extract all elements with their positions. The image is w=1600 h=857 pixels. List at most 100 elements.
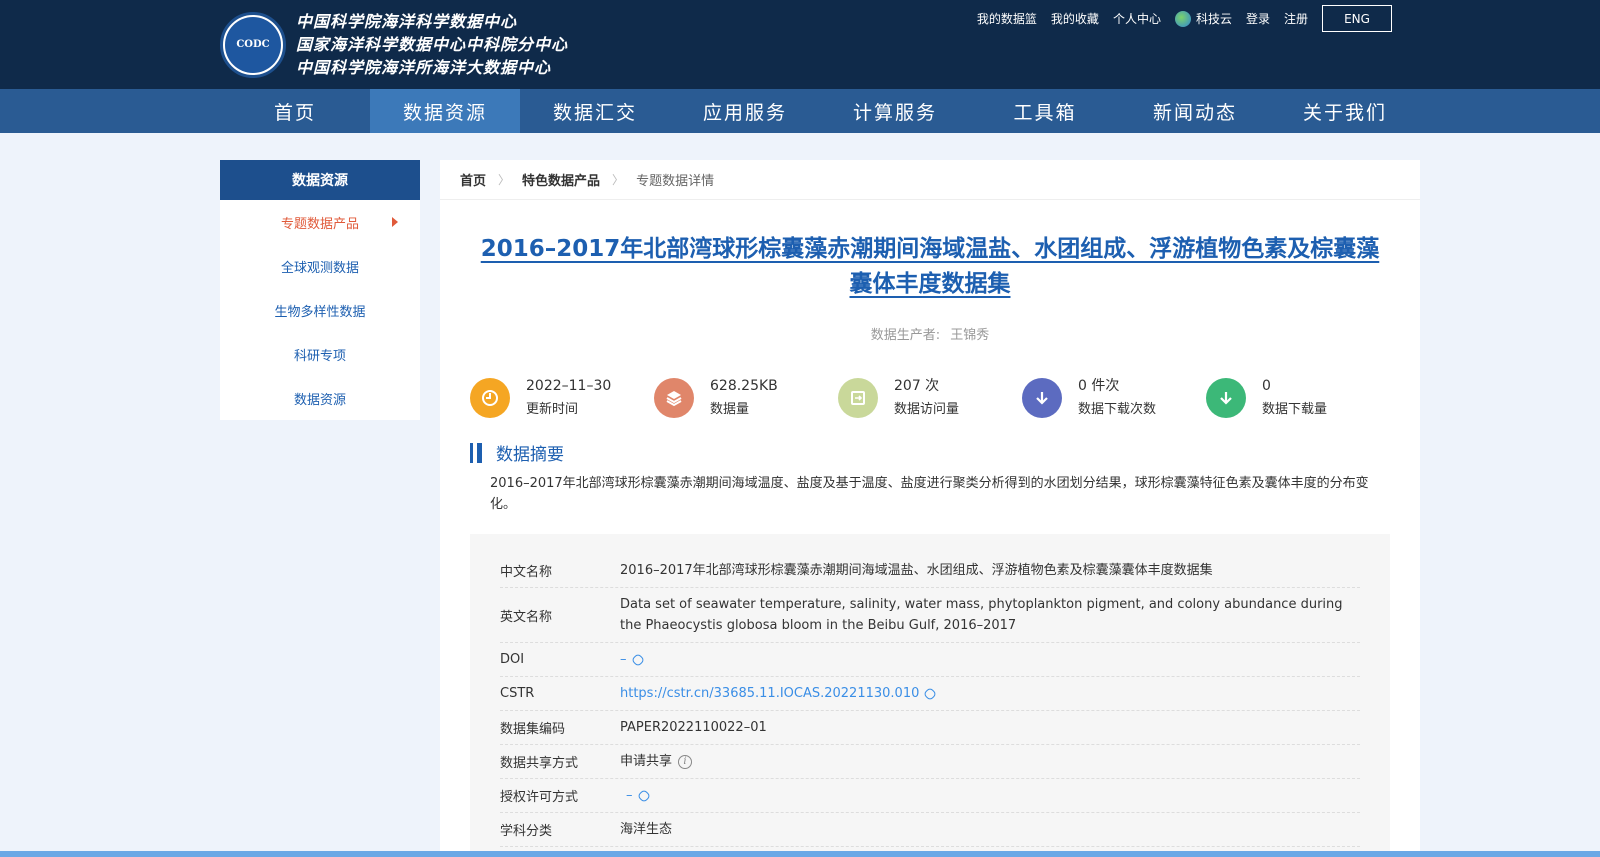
stat-download-volume: 0 数据下载量 xyxy=(1206,374,1390,422)
stat-download-count: 0 件次 数据下载次数 xyxy=(1022,374,1206,422)
info-icon[interactable]: i xyxy=(678,754,693,769)
sidebar-item-data-resources[interactable]: 数据资源 xyxy=(220,376,420,420)
stat-update-time: 2022–11–30 更新时间 xyxy=(470,374,654,422)
lang-switch-button[interactable]: ENG xyxy=(1322,5,1392,32)
license-label: 授权许可方式 xyxy=(500,790,579,805)
sidebar-title: 数据资源 xyxy=(220,160,420,200)
subject-value: 海洋生态 xyxy=(620,822,673,837)
sidebar-item-thematic[interactable]: 专题数据产品 xyxy=(220,200,420,244)
stat-label: 数据量 xyxy=(710,402,750,417)
abstract-section-header: 数据摘要 xyxy=(470,440,564,465)
breadcrumb: 首页 〉 特色数据产品 〉 专题数据详情 xyxy=(440,160,1420,200)
download-icon xyxy=(1022,378,1062,418)
link-icon xyxy=(630,652,645,667)
cn-name-value: 2016–2017年北部湾球形棕囊藻赤潮期间海域温盐、水团组成、浮游植物色素及棕… xyxy=(620,563,1213,578)
dataset-stats: 2022–11–30 更新时间 628.25KB 数据量 207 次数据访问量 0 … xyxy=(470,374,1390,422)
download-icon xyxy=(1206,378,1246,418)
table-row: CSTR https://cstr.cn/33685.11.IOCAS.2022… xyxy=(500,677,1360,711)
sidebar: 数据资源 专题数据产品 全球观测数据 生物多样性数据 科研专项 数据资源 xyxy=(220,160,420,420)
section-bar-icon xyxy=(470,442,482,463)
my-data-basket-link[interactable]: 我的数据篮 xyxy=(977,10,1037,27)
clock-icon xyxy=(470,378,510,418)
main-nav: 首页 数据资源 数据汇交 应用服务 计算服务 工具箱 新闻动态 关于我们 xyxy=(0,89,1600,133)
table-row: 中文名称 2016–2017年北部湾球形棕囊藻赤潮期间海域温盐、水团组成、浮游植… xyxy=(500,554,1360,588)
kejiyun-label: 科技云 xyxy=(1195,12,1232,26)
abstract-text: 2016–2017年北部湾球形棕囊藻赤潮期间海域温度、盐度及基于温度、盐度进行聚… xyxy=(490,476,1369,512)
my-favorites-link[interactable]: 我的收藏 xyxy=(1051,10,1099,27)
sidebar-item-global-obs[interactable]: 全球观测数据 xyxy=(220,244,420,288)
sidebar-item-label: 专题数据产品 xyxy=(280,216,359,232)
table-row: DOI – xyxy=(500,643,1360,677)
kejiyun-link[interactable]: 科技云 xyxy=(1174,10,1232,27)
stat-label: 数据下载量 xyxy=(1262,402,1328,417)
stat-visits: 207 次数据访问量 xyxy=(838,374,1022,422)
share-cell: 申请共享 i xyxy=(620,751,1360,772)
horizontal-scrollbar[interactable] xyxy=(0,851,1600,857)
nav-data-resources[interactable]: 数据资源 xyxy=(370,89,520,133)
nav-data-submission[interactable]: 数据汇交 xyxy=(520,89,670,133)
cn-name-label: 中文名称 xyxy=(500,565,553,580)
abstract-title: 数据摘要 xyxy=(496,445,564,465)
en-name-value: Data set of seawater temperature, salini… xyxy=(620,597,1343,633)
link-icon xyxy=(636,788,651,803)
subject-label: 学科分类 xyxy=(500,824,553,839)
code-label: 数据集编码 xyxy=(500,722,566,737)
stat-label: 更新时间 xyxy=(526,402,579,417)
logo-text: CODC xyxy=(225,16,281,73)
cstr-link[interactable]: https://cstr.cn/33685.11.IOCAS.20221130.… xyxy=(620,683,1360,704)
personal-center-link[interactable]: 个人中心 xyxy=(1113,10,1161,27)
metadata-table: 中文名称 2016–2017年北部湾球形棕囊藻赤潮期间海域温盐、水团组成、浮游植… xyxy=(470,534,1390,857)
org-name-2: 国家海洋科学数据中心中科院分中心 xyxy=(296,35,569,54)
nav-compute-services[interactable]: 计算服务 xyxy=(820,89,970,133)
nav-toolbox[interactable]: 工具箱 xyxy=(970,89,1120,133)
table-row: 学科分类 海洋生态 xyxy=(500,813,1360,847)
visit-icon xyxy=(838,378,878,418)
share-value: 申请共享 xyxy=(620,754,673,769)
stat-value: 0 件次 xyxy=(1078,378,1120,394)
cstr-label: CSTR xyxy=(500,686,535,701)
stat-value: 207 次 xyxy=(894,378,940,394)
dataset-title: 2016–2017年北部湾球形棕囊藻赤潮期间海域温盐、水团组成、浮游植物色素及棕… xyxy=(480,236,1380,297)
doi-value: – xyxy=(620,652,627,667)
site-logo[interactable]: CODC 中国科学院海洋科学数据中心 国家海洋科学数据中心中科院分中心 中国科学… xyxy=(220,10,568,79)
doi-link[interactable]: – xyxy=(620,649,1360,670)
chevron-right-icon: 〉 xyxy=(612,173,625,187)
caret-right-icon xyxy=(392,217,398,227)
nav-home[interactable]: 首页 xyxy=(220,89,370,133)
stat-value: 0 xyxy=(1262,378,1271,394)
share-label: 数据共享方式 xyxy=(500,756,579,771)
producer-line: 数据生产者: 王锦秀 xyxy=(440,324,1420,343)
org-name-3: 中国科学院海洋所海洋大数据中心 xyxy=(296,58,552,77)
doi-label: DOI xyxy=(500,652,525,667)
codc-logo-icon: CODC xyxy=(220,11,286,78)
table-row: 英文名称 Data set of seawater temperature, s… xyxy=(500,588,1360,643)
license-link[interactable]: – xyxy=(620,785,1360,806)
table-row: 数据集编码 PAPER2022110022–01 xyxy=(500,711,1360,745)
producer-name: 王锦秀 xyxy=(950,328,990,343)
org-name-1: 中国科学院海洋科学数据中心 xyxy=(296,12,518,31)
globe-icon xyxy=(1174,10,1191,27)
cstr-value: https://cstr.cn/33685.11.IOCAS.20221130.… xyxy=(620,686,920,701)
page-title: 2016–2017年北部湾球形棕囊藻赤潮期间海域温盐、水团组成、浮游植物色素及棕… xyxy=(470,232,1390,302)
nav-news[interactable]: 新闻动态 xyxy=(1120,89,1270,133)
nav-about[interactable]: 关于我们 xyxy=(1270,89,1420,133)
en-name-label: 英文名称 xyxy=(500,609,553,625)
login-link[interactable]: 登录 xyxy=(1246,10,1270,27)
top-header: CODC 中国科学院海洋科学数据中心 国家海洋科学数据中心中科院分中心 中国科学… xyxy=(0,0,1600,89)
stat-data-size: 628.25KB 数据量 xyxy=(654,374,838,422)
main-content: 首页 〉 特色数据产品 〉 专题数据详情 2016–2017年北部湾球形棕囊藻赤… xyxy=(440,160,1420,857)
code-value: PAPER2022110022–01 xyxy=(620,720,767,735)
nav-app-services[interactable]: 应用服务 xyxy=(670,89,820,133)
stat-label: 数据访问量 xyxy=(894,402,960,417)
layers-icon xyxy=(654,378,694,418)
sidebar-item-biodiversity[interactable]: 生物多样性数据 xyxy=(220,288,420,332)
sidebar-item-research[interactable]: 科研专项 xyxy=(220,332,420,376)
register-link[interactable]: 注册 xyxy=(1284,10,1308,27)
breadcrumb-home[interactable]: 首页 xyxy=(460,170,486,189)
stat-value: 2022–11–30 xyxy=(526,378,612,394)
breadcrumb-current: 专题数据详情 xyxy=(636,174,715,189)
producer-label: 数据生产者: xyxy=(870,328,941,343)
breadcrumb-products[interactable]: 特色数据产品 xyxy=(522,170,600,189)
license-value: – xyxy=(626,788,633,803)
top-links: 我的数据篮 我的收藏 个人中心 科技云 登录 注册 ENG xyxy=(963,5,1392,32)
